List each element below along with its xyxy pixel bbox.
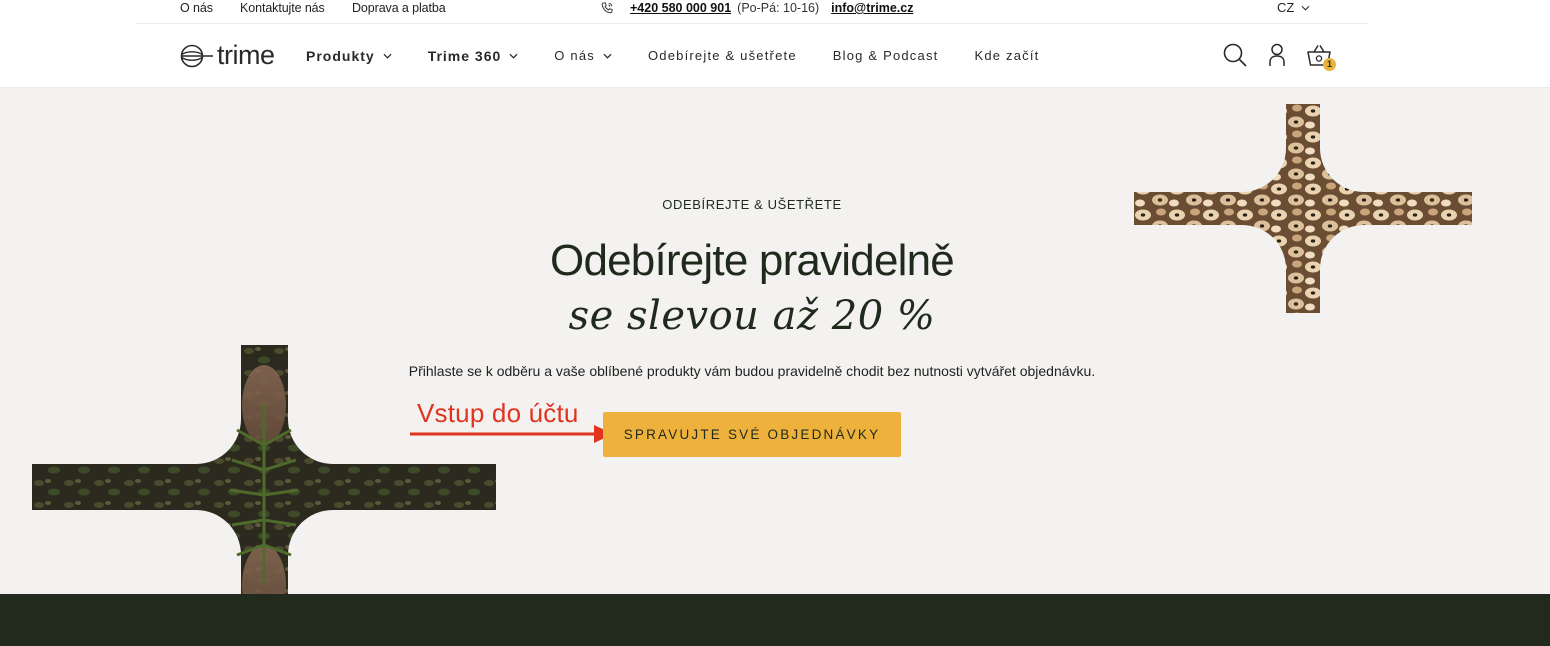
cart-button[interactable]: 1 [1306,42,1336,71]
hero-section: ODEBÍREJTE & UŠETŘETE Odebírejte pravide… [0,88,1550,594]
account-icon[interactable] [1264,42,1290,68]
language-label: CZ [1277,0,1295,15]
main-header: trime Produkty Trime 360 O nás Odebírejt… [0,24,1550,88]
fern-hands-decorative-image [32,345,496,594]
hero-subtitle: se slevou až 20 % [568,293,936,339]
office-hours: (Po-Pá: 10-16) [737,1,820,15]
nav-item-label: Produkty [306,47,375,64]
language-selector[interactable]: CZ [1277,0,1310,15]
contact-info: +420 580 000 901 (Po-Pá: 10-16) info@tri… [600,0,913,16]
nav-item-start[interactable]: Kde začít [974,48,1039,63]
chevron-down-icon [383,53,392,59]
nav-item-subscribe[interactable]: Odebírejte & ušetřete [648,48,797,63]
phone-icon [601,2,613,14]
nav-item-products[interactable]: Produkty [306,48,392,64]
nav-item-label: Blog & Podcast [832,48,939,63]
nav-item-blog[interactable]: Blog & Podcast [833,48,939,63]
chevron-down-icon [603,53,612,59]
logo-text: trime [217,40,275,70]
top-link-contact[interactable]: Kontaktujte nás [240,0,325,16]
cart-count-badge: 1 [1323,58,1336,71]
manage-orders-button[interactable]: SPRAVUJTE SVÉ OBJEDNÁVKY [603,412,901,457]
dark-section-band [0,594,1550,646]
chevron-down-icon [1301,5,1310,11]
annotation-arrow-icon [410,425,613,443]
hero-eyebrow: ODEBÍREJTE & UŠETŘETE [662,197,842,212]
nav-item-label: O nás [554,48,595,63]
trime-logo-icon [180,44,213,68]
search-icon[interactable] [1222,42,1248,68]
nav-item-label: Kde začít [974,48,1040,63]
hero-title: Odebírejte pravidelně [550,236,955,285]
nav-item-trime360[interactable]: Trime 360 [428,48,519,64]
top-link-shipping[interactable]: Doprava a platba [352,0,446,16]
nav-item-label: Odebírejte & ušetřete [647,48,797,63]
phone-link[interactable]: +420 580 000 901 [630,0,731,16]
chevron-down-icon [509,53,518,59]
top-utility-bar: O nás Kontaktujte nás Doprava a platba +… [136,0,1368,24]
header-icons: 1 [1222,42,1348,71]
email-link[interactable]: info@trime.cz [831,0,913,16]
nav-item-label: Trime 360 [427,47,502,64]
logo[interactable]: trime [180,42,275,70]
main-nav: Produkty Trime 360 O nás Odebírejte & uš… [306,24,1075,87]
nav-item-about[interactable]: O nás [554,48,612,63]
top-link-about[interactable]: O nás [180,0,213,16]
hero-description: Přihlaste se k odběru a vaše oblíbené pr… [408,363,1096,379]
